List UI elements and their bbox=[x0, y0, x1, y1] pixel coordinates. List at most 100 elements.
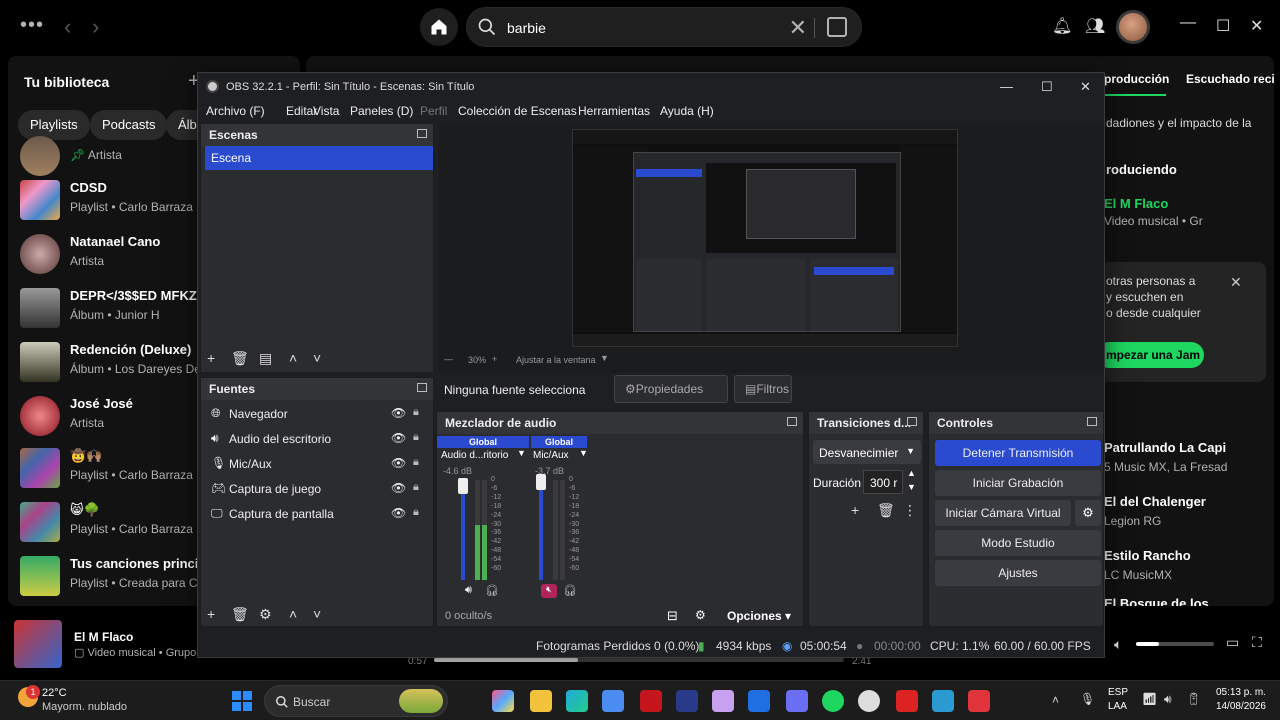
clock-time[interactable]: 05:13 p. m. bbox=[1212, 687, 1266, 698]
back-icon[interactable]: ‹ bbox=[64, 14, 71, 40]
menu-vista[interactable]: Vista bbox=[313, 104, 339, 118]
stepper-down-icon[interactable]: ▼ bbox=[907, 482, 916, 492]
eye-icon[interactable]: 👁︎ bbox=[391, 431, 406, 445]
add-icon[interactable]: + bbox=[207, 350, 215, 366]
fit-window[interactable]: Ajustar a la ventana bbox=[516, 355, 596, 365]
zoom-in-icon[interactable]: + bbox=[492, 354, 497, 364]
trash-icon[interactable]: 🗑︎ bbox=[877, 502, 895, 519]
bell-icon[interactable]: 🔔︎ bbox=[1052, 16, 1072, 36]
close-icon[interactable]: ✕ bbox=[1230, 274, 1242, 291]
down-icon[interactable]: ˅ bbox=[313, 350, 321, 366]
scene-item[interactable]: Escena bbox=[205, 146, 433, 170]
clear-search-icon[interactable]: ✕ bbox=[789, 15, 807, 41]
mcafee-icon[interactable] bbox=[640, 690, 662, 712]
duration-input[interactable]: 300 r bbox=[863, 470, 903, 494]
app-icon[interactable] bbox=[676, 690, 698, 712]
up-icon[interactable]: ˄ bbox=[289, 350, 297, 366]
photos-icon[interactable] bbox=[932, 690, 954, 712]
menu-coleccion[interactable]: Colección de Escenas bbox=[458, 104, 577, 118]
trash-icon[interactable]: 🗑︎ bbox=[231, 606, 249, 623]
source-item[interactable]: 🎮︎ Captura de juego 👁︎ 🔒︎ bbox=[207, 477, 431, 501]
obs-icon[interactable] bbox=[858, 690, 880, 712]
wifi-icon[interactable]: 📶︎ bbox=[1142, 692, 1157, 706]
source-item[interactable]: 🌐︎ Navegador 👁︎ 🔒︎ bbox=[207, 402, 431, 426]
close-icon[interactable]: ✕ bbox=[1080, 79, 1091, 95]
start-jam-button[interactable]: mpezar una Jam bbox=[1096, 342, 1204, 368]
fader-handle[interactable] bbox=[458, 478, 468, 494]
transition-select[interactable]: Desvanecimier ▼ bbox=[813, 440, 921, 464]
weather-temp[interactable]: 22°C bbox=[42, 687, 67, 699]
settings-button[interactable]: Ajustes bbox=[935, 560, 1101, 586]
volume-icon[interactable]: 🔊︎ bbox=[465, 584, 472, 597]
studio-mode-button[interactable]: Modo Estudio bbox=[935, 530, 1101, 556]
eye-icon[interactable]: 👁︎ bbox=[391, 456, 406, 470]
popout-icon[interactable] bbox=[417, 383, 427, 392]
options-button[interactable]: Opciones ▾ bbox=[727, 609, 791, 623]
popout-icon[interactable] bbox=[907, 417, 917, 426]
filter-icon[interactable]: ▤ bbox=[259, 350, 272, 367]
source-item[interactable]: 🖵︎ Captura de pantalla 👁︎ 🔒︎ bbox=[207, 502, 431, 526]
chevron-down-icon[interactable]: ▼ bbox=[600, 353, 609, 363]
song-title[interactable]: El del Chalenger bbox=[1104, 494, 1206, 509]
app-icon[interactable] bbox=[896, 690, 918, 712]
lock-icon[interactable]: 🔒︎ bbox=[413, 481, 419, 494]
lock-icon[interactable]: 🔒︎ bbox=[413, 456, 419, 469]
fader-handle[interactable] bbox=[536, 474, 546, 490]
clock-date[interactable]: 14/08/2026 bbox=[1212, 701, 1266, 712]
app-icon[interactable] bbox=[968, 690, 990, 712]
maximize-icon[interactable]: ☐ bbox=[1216, 16, 1230, 36]
virtual-cam-button[interactable]: Iniciar Cámara Virtual bbox=[935, 500, 1071, 526]
battery-icon[interactable]: 🔋︎ bbox=[1186, 692, 1201, 706]
artist-name[interactable]: El M Flaco bbox=[1104, 196, 1168, 211]
lock-icon[interactable]: 🔒︎ bbox=[413, 406, 419, 419]
lang[interactable]: ESP bbox=[1108, 687, 1128, 698]
folder-icon[interactable] bbox=[530, 690, 552, 712]
edge-icon[interactable] bbox=[566, 690, 588, 712]
weather-desc[interactable]: Mayorm. nublado bbox=[42, 701, 127, 713]
store-icon[interactable] bbox=[602, 690, 624, 712]
up-icon[interactable]: ˄ bbox=[289, 606, 297, 622]
zoom-out-icon[interactable]: — bbox=[444, 354, 453, 364]
down-icon[interactable]: ˅ bbox=[313, 606, 321, 622]
popout-icon[interactable] bbox=[787, 417, 797, 426]
forward-icon[interactable]: › bbox=[92, 14, 99, 40]
volume-icon[interactable]: 🔊︎ bbox=[1164, 692, 1172, 707]
spotify-search-input[interactable]: barbie ✕ bbox=[466, 7, 862, 47]
lock-icon[interactable]: 🔒︎ bbox=[413, 506, 419, 519]
minimize-icon[interactable]: — bbox=[1000, 79, 1013, 94]
gear-icon[interactable]: ⚙︎ bbox=[259, 606, 272, 623]
filters-button[interactable]: ▤Filtros bbox=[734, 375, 792, 403]
taskbar-search[interactable]: Buscar bbox=[264, 685, 448, 717]
fullscreen-icon[interactable]: ⛶ bbox=[1252, 634, 1262, 651]
minimize-icon[interactable]: — bbox=[1180, 14, 1196, 32]
miniplayer-icon[interactable]: ▭ bbox=[1226, 634, 1239, 651]
mic-icon[interactable]: 🎙︎ bbox=[1080, 692, 1095, 706]
stop-stream-button[interactable]: Detener Transmisión bbox=[935, 440, 1101, 466]
lang-layout[interactable]: LAA bbox=[1108, 701, 1127, 712]
source-item[interactable]: 🔊︎ Audio del escritorio 👁︎ 🔒︎ bbox=[207, 427, 431, 451]
copilot-icon[interactable] bbox=[492, 690, 514, 712]
headphones-icon[interactable]: 🎧︎ bbox=[563, 584, 577, 597]
menu-archivo[interactable]: Archivo (F) bbox=[206, 104, 265, 118]
friends-icon[interactable]: 👥︎ bbox=[1085, 16, 1105, 36]
volume-fader[interactable] bbox=[539, 478, 543, 580]
eye-icon[interactable]: 👁︎ bbox=[391, 481, 406, 495]
outlook-icon[interactable] bbox=[748, 690, 770, 712]
menu-herramientas[interactable]: Herramientas bbox=[578, 104, 650, 118]
player-title[interactable]: El M Flaco bbox=[74, 630, 133, 644]
app-icon[interactable] bbox=[712, 690, 734, 712]
add-icon[interactable]: + bbox=[207, 606, 215, 622]
browse-icon[interactable] bbox=[827, 17, 847, 37]
properties-button[interactable]: ⚙︎Propiedades bbox=[614, 375, 728, 403]
song-title[interactable]: Patrullando La Capi bbox=[1104, 440, 1226, 455]
tab-production[interactable]: producción bbox=[1104, 72, 1169, 86]
more-icon[interactable]: ⋮ bbox=[903, 502, 917, 519]
more-icon[interactable]: ••• bbox=[20, 14, 44, 37]
chevron-down-icon[interactable]: ▼ bbox=[517, 448, 526, 458]
home-button[interactable] bbox=[420, 8, 458, 46]
menu-perfil[interactable]: Perfil bbox=[420, 104, 447, 118]
add-icon[interactable]: + bbox=[851, 502, 859, 518]
menu-paneles[interactable]: Paneles (D) bbox=[350, 104, 413, 118]
layout-icon[interactable]: ⊟ bbox=[667, 608, 678, 624]
stepper-up-icon[interactable]: ▲ bbox=[907, 468, 916, 478]
